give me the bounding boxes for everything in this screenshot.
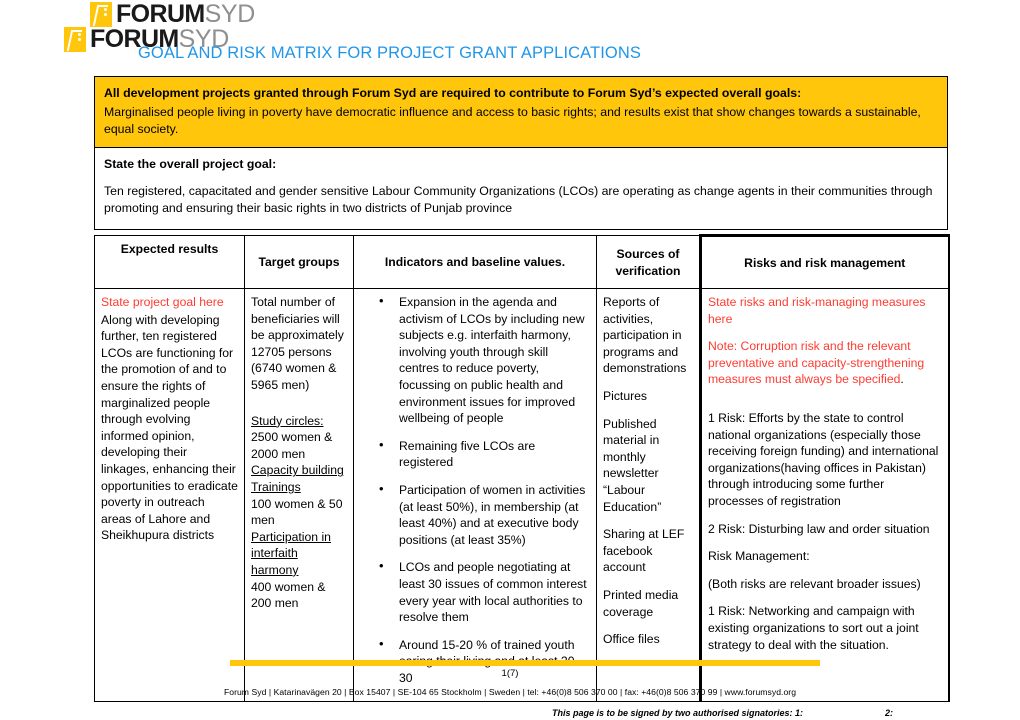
list-item: Published material in monthly newsletter… bbox=[603, 416, 662, 514]
target-groups-total: Total number of beneficiaries will be ap… bbox=[251, 295, 344, 392]
table-header-row: Expected results Target groups Indicator… bbox=[94, 234, 950, 289]
target-group-label-capacity-building: Capacity building Trainings bbox=[251, 463, 344, 494]
overall-goals-body: Marginalised people living in poverty ha… bbox=[104, 105, 921, 136]
project-goal-heading: State the overall project goal: bbox=[104, 157, 277, 171]
target-group-value-study-circles: 2500 women & 2000 men bbox=[251, 430, 333, 461]
page-number: 1(7) bbox=[501, 668, 519, 679]
forum-syd-logo-mark-icon bbox=[64, 26, 86, 52]
list-item: Office files bbox=[603, 632, 660, 647]
risks-corruption-note-period: . bbox=[900, 372, 904, 387]
goal-risk-matrix-table: Expected results Target groups Indicator… bbox=[94, 234, 950, 703]
cell-sources-of-verification[interactable]: Reports of activities, participation in … bbox=[596, 287, 701, 703]
risk-management-label: Risk Management: bbox=[708, 549, 810, 564]
target-group-value-interfaith: 400 women & 200 men bbox=[251, 579, 326, 611]
target-group-label-interfaith: Participation in interfaith harmony bbox=[251, 529, 331, 577]
column-header-risks: Risks and risk management bbox=[699, 234, 950, 289]
list-item: LCOs and people negotiating at least 30 … bbox=[379, 558, 590, 625]
list-item: Remaining five LCOs are registered bbox=[379, 437, 590, 471]
list-item: Sharing at LEF facebook account bbox=[603, 527, 685, 575]
risk-management-1: 1 Risk: Networking and campaign with exi… bbox=[708, 604, 919, 652]
risk-1: 1 Risk: Efforts by the state to control … bbox=[708, 410, 939, 508]
expected-results-placeholder: State project goal here bbox=[101, 295, 224, 309]
cell-indicators[interactable]: Expansion in the agenda and activism of … bbox=[353, 287, 597, 703]
risk-2: 2 Risk: Disturbing law and order situati… bbox=[708, 521, 930, 536]
cell-risks-and-risk-management[interactable]: State risks and risk-managing measures h… bbox=[699, 287, 950, 703]
overall-goals-heading: All development projects granted through… bbox=[104, 86, 802, 100]
project-goal-body: Ten registered, capacitated and gender s… bbox=[104, 184, 933, 215]
document-page: FORUM SYD FORUM SYD GOAL AND RISK MATRIX… bbox=[0, 0, 1020, 720]
target-group-label-study-circles: Study circles: bbox=[251, 413, 324, 428]
risks-placeholder: State risks and risk-managing measures h… bbox=[708, 295, 926, 326]
table-row: State project goal here Along with devel… bbox=[94, 287, 950, 703]
footer-address: Forum Syd | Katarinavägen 20 | Box 15407… bbox=[223, 687, 797, 697]
cell-target-groups[interactable]: Total number of beneficiaries will be ap… bbox=[244, 287, 354, 703]
risk-management-note: (Both risks are relevant broader issues) bbox=[708, 576, 921, 591]
forum-syd-logo-mark-icon bbox=[90, 1, 112, 27]
target-group-value-capacity-building: 100 women & 50 men bbox=[251, 496, 343, 528]
logo-forum-text: FORUM bbox=[116, 0, 205, 28]
overall-goals-box: All development projects granted through… bbox=[94, 76, 948, 151]
column-header-expected-results: Expected results bbox=[94, 235, 245, 289]
cell-expected-results[interactable]: State project goal here Along with devel… bbox=[94, 287, 245, 703]
column-header-sources: Sources of verification bbox=[596, 235, 701, 289]
list-item: Printed media coverage bbox=[603, 587, 679, 619]
logo-syd-text: SYD bbox=[204, 0, 256, 28]
forum-syd-logo-primary: FORUM SYD bbox=[90, 0, 255, 28]
risks-corruption-note: Note: Corruption risk and the relevant p… bbox=[708, 339, 925, 387]
project-goal-box[interactable]: State the overall project goal: Ten regi… bbox=[94, 147, 948, 230]
column-header-indicators: Indicators and baseline values. bbox=[353, 235, 597, 289]
list-item: Reports of activities, participation in … bbox=[603, 295, 687, 376]
list-item: Expansion in the agenda and activism of … bbox=[379, 293, 590, 427]
footer-signatories-line: This page is to be signed by two authori… bbox=[552, 708, 804, 718]
expected-results-body: Along with developing further, ten regis… bbox=[101, 312, 238, 543]
column-header-target-groups: Target groups bbox=[244, 235, 354, 289]
footer-accent-bar bbox=[230, 660, 820, 666]
indicators-list: Expansion in the agenda and activism of … bbox=[360, 293, 590, 686]
list-item: Pictures bbox=[603, 388, 648, 403]
page-title: GOAL AND RISK MATRIX FOR PROJECT GRANT A… bbox=[138, 44, 641, 62]
list-item: Participation of women in activities (at… bbox=[379, 481, 590, 548]
footer-signatory-2: 2: bbox=[885, 708, 894, 718]
